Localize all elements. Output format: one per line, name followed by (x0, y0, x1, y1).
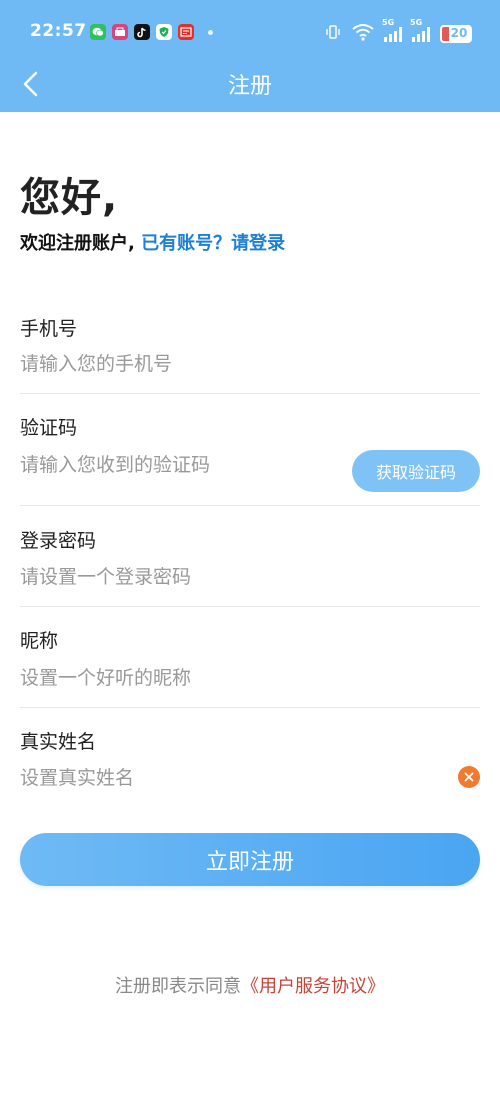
status-bar: 22:57 5G 5G 20 (0, 0, 500, 56)
nav-header: 注册 (0, 56, 500, 112)
battery-level: 20 (450, 26, 468, 40)
password-input[interactable] (20, 562, 340, 592)
news-icon (178, 24, 194, 40)
phone-field: 手机号 (20, 308, 480, 394)
nickname-field: 昵称 (20, 606, 480, 708)
nickname-label: 昵称 (20, 630, 59, 652)
battery-icon: 20 (440, 25, 472, 43)
notification-icons (90, 24, 213, 40)
more-notifications-dot (208, 29, 213, 35)
signal-icon: 5G (410, 18, 430, 42)
clear-button[interactable] (458, 766, 480, 788)
welcome-text: 欢迎注册账户, (20, 233, 135, 254)
password-label: 登录密码 (20, 530, 97, 552)
shopping-icon (112, 24, 128, 40)
agreement-line: 注册即表示同意《用户服务协议》 (0, 972, 500, 998)
wifi-icon (352, 23, 374, 45)
register-screen: 22:57 5G 5G 20 注册 您好, 欢迎注册账户, 已有账号？请登录 手… (0, 0, 500, 1098)
code-input[interactable] (20, 450, 340, 480)
password-field: 登录密码 (20, 505, 480, 607)
realname-field: 真实姓名 (20, 707, 480, 807)
page-title: 注册 (227, 74, 272, 99)
status-time: 22:57 (30, 21, 87, 41)
realname-input[interactable] (20, 763, 340, 793)
shield-icon (156, 24, 172, 40)
register-button[interactable]: 立即注册 (20, 833, 480, 886)
nickname-input[interactable] (20, 663, 340, 693)
signal-icon: 5G (382, 18, 402, 42)
tiktok-icon (134, 24, 150, 40)
welcome-line: 欢迎注册账户, 已有账号？请登录 (20, 229, 285, 255)
phone-label: 手机号 (20, 318, 78, 340)
user-agreement-link[interactable]: 《用户服务协议》 (241, 976, 385, 997)
login-link[interactable]: 已有账号？请登录 (141, 233, 285, 254)
code-label: 验证码 (20, 417, 78, 439)
agreement-text: 注册即表示同意 (115, 976, 241, 997)
phone-input[interactable] (20, 349, 340, 379)
code-field: 验证码 获取验证码 (20, 393, 480, 506)
greeting-title: 您好, (20, 175, 119, 221)
get-code-button[interactable]: 获取验证码 (352, 450, 480, 492)
system-icons: 5G 5G 20 (324, 18, 472, 45)
close-icon (464, 772, 474, 782)
realname-label: 真实姓名 (20, 731, 97, 753)
vibrate-icon (324, 23, 342, 45)
wechat-icon (90, 24, 106, 40)
